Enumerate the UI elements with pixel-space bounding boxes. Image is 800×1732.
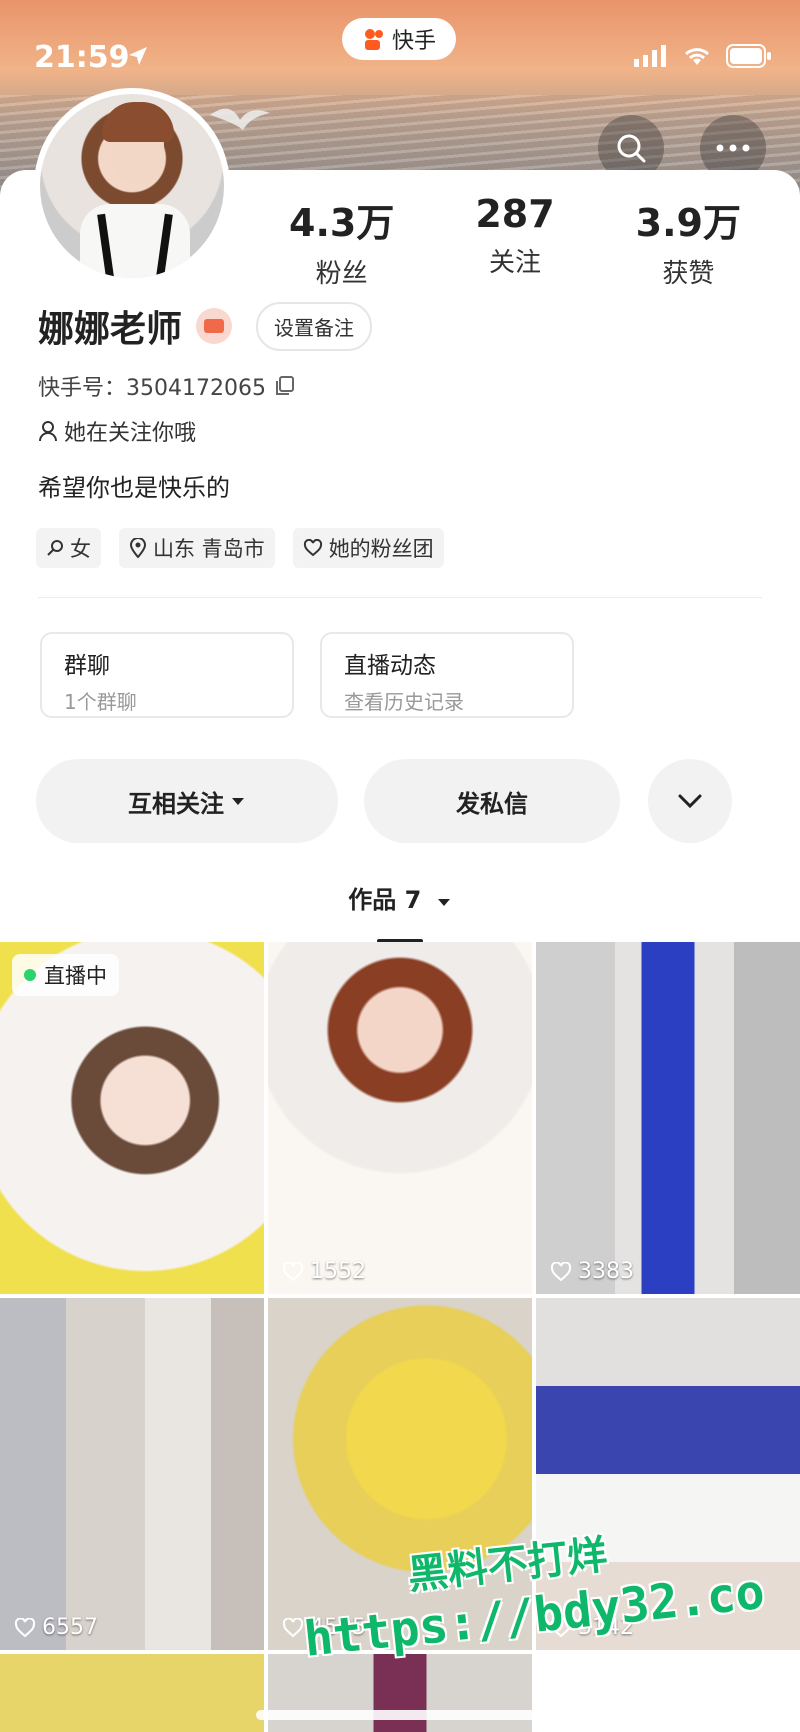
post-likes: 6557 bbox=[14, 1615, 98, 1640]
verified-badge-icon bbox=[196, 308, 233, 344]
tag-location: 山东 青岛市 bbox=[119, 528, 275, 568]
post-image bbox=[268, 942, 532, 1294]
post-image bbox=[0, 1654, 264, 1732]
avatar[interactable] bbox=[34, 88, 230, 284]
post-image bbox=[0, 1298, 264, 1650]
post-thumbnail[interactable]: 直播中 bbox=[0, 942, 264, 1294]
tag-fan-group[interactable]: 她的粉丝团 bbox=[292, 528, 444, 568]
tab-works[interactable]: 作品 7 bbox=[0, 880, 800, 943]
card-title: 群聊 bbox=[64, 653, 110, 679]
stat-fans[interactable]: 4.3万 粉丝 bbox=[255, 192, 428, 290]
card-subtitle: 1个群聊 bbox=[64, 690, 137, 714]
heart-outline-icon bbox=[14, 1617, 36, 1637]
tag-gender-text: 女 bbox=[70, 537, 91, 561]
live-dot-icon bbox=[24, 969, 36, 981]
location-arrow-icon bbox=[129, 47, 147, 65]
tab-works-label: 作品 7 bbox=[348, 886, 422, 914]
mutual-follow-label: 互相关注 bbox=[128, 789, 224, 818]
post-thumbnail[interactable]: 3383 bbox=[536, 942, 800, 1294]
caret-down-icon bbox=[232, 798, 244, 805]
profile-tags: 女 山东 青岛市 她的粉丝团 bbox=[36, 528, 444, 568]
action-buttons: 互相关注 发私信 bbox=[36, 759, 732, 843]
post-thumbnail[interactable] bbox=[0, 1654, 264, 1732]
stat-following[interactable]: 287 关注 bbox=[428, 192, 601, 290]
profile-bio: 希望你也是快乐的 bbox=[38, 474, 230, 502]
copy-icon[interactable] bbox=[274, 375, 296, 397]
name-row: 娜娜老师 设置备注 bbox=[38, 300, 373, 352]
tag-gender: 女 bbox=[36, 528, 101, 568]
post-likes-count: 3383 bbox=[578, 1259, 634, 1284]
battery-icon bbox=[726, 44, 771, 68]
caret-down-icon bbox=[437, 899, 450, 906]
live-badge: 直播中 bbox=[12, 954, 119, 996]
kuaishou-logo-icon bbox=[364, 29, 383, 50]
heart-outline-icon bbox=[550, 1261, 572, 1281]
divider bbox=[38, 597, 762, 598]
follows-you-text: 她在关注你哦 bbox=[64, 421, 197, 446]
stat-label: 关注 bbox=[488, 248, 541, 278]
stat-label: 获赞 bbox=[662, 259, 715, 289]
live-history-card[interactable]: 直播动态 查看历史记录 bbox=[320, 632, 574, 718]
signal-icon bbox=[634, 45, 666, 67]
mutual-follow-button[interactable]: 互相关注 bbox=[36, 759, 338, 843]
stat-label: 粉丝 bbox=[315, 259, 368, 289]
app-source-label: 快手 bbox=[391, 29, 436, 54]
home-indicator[interactable] bbox=[256, 1710, 544, 1720]
send-message-button[interactable]: 发私信 bbox=[364, 759, 620, 843]
post-image bbox=[536, 942, 800, 1294]
female-icon bbox=[47, 540, 63, 556]
wifi-icon bbox=[684, 48, 710, 65]
search-icon bbox=[617, 134, 646, 163]
set-remark-button[interactable]: 设置备注 bbox=[256, 301, 373, 351]
chevron-down-icon bbox=[678, 794, 702, 809]
heart-outline-icon bbox=[282, 1261, 304, 1281]
status-time: 21:59 bbox=[34, 40, 130, 75]
post-likes: 1552 bbox=[282, 1259, 366, 1284]
app-source-pill[interactable]: 快手 bbox=[342, 18, 456, 60]
heart-outline-icon bbox=[303, 539, 322, 557]
post-thumbnail[interactable] bbox=[536, 1654, 800, 1732]
post-likes-count: 1552 bbox=[310, 1259, 366, 1284]
heart-outline-icon bbox=[282, 1617, 304, 1637]
post-likes-count: 6557 bbox=[42, 1615, 98, 1640]
card-title: 直播动态 bbox=[344, 653, 436, 679]
expand-button[interactable] bbox=[648, 759, 732, 843]
stat-value: 3.9万 bbox=[635, 201, 741, 245]
card-subtitle: 查看历史记录 bbox=[344, 690, 464, 714]
post-thumbnail[interactable]: 6557 bbox=[0, 1298, 264, 1650]
stat-value: 287 bbox=[475, 192, 555, 236]
more-dots-icon bbox=[716, 144, 750, 152]
group-chat-card[interactable]: 群聊 1个群聊 bbox=[40, 632, 294, 718]
post-thumbnail[interactable]: 1552 bbox=[268, 942, 532, 1294]
tag-fan-group-text: 她的粉丝团 bbox=[328, 537, 434, 561]
info-cards: 群聊 1个群聊 直播动态 查看历史记录 bbox=[40, 632, 574, 718]
user-id: 快手号：3504172065 bbox=[38, 376, 266, 401]
profile-name: 娜娜老师 bbox=[38, 309, 183, 350]
follows-you-row: 她在关注你哦 bbox=[38, 415, 196, 447]
location-pin-icon bbox=[129, 538, 147, 558]
stat-value: 4.3万 bbox=[289, 201, 395, 245]
user-id-row: 快手号：3504172065 bbox=[38, 370, 296, 402]
tag-location-text: 山东 青岛市 bbox=[153, 537, 265, 561]
stat-likes[interactable]: 3.9万 获赞 bbox=[602, 192, 775, 290]
post-image bbox=[536, 1654, 800, 1732]
profile-stats: 4.3万 粉丝 287 关注 3.9万 获赞 bbox=[255, 192, 775, 290]
avatar-hair bbox=[102, 102, 174, 142]
post-likes: 3383 bbox=[550, 1259, 634, 1284]
live-badge-text: 直播中 bbox=[44, 964, 107, 988]
person-icon bbox=[39, 421, 57, 442]
